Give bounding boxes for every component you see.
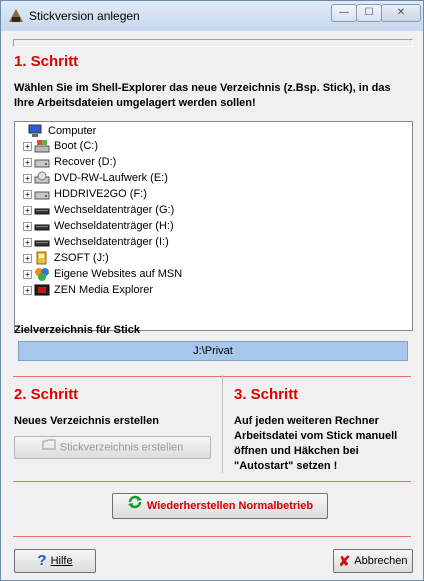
create-stick-directory-label: Stickverzeichnis erstellen — [59, 441, 184, 454]
expand-icon[interactable]: + — [23, 158, 32, 167]
tree-item-label: DVD-RW-Laufwerk (E:) — [54, 172, 168, 184]
help-label: Hilfe — [50, 555, 73, 567]
top-strip — [13, 39, 413, 47]
tree-item-label: Wechseldatenträger (H:) — [54, 220, 174, 232]
divider-middle — [13, 481, 411, 482]
removable-drive-icon — [34, 219, 50, 233]
maximize-icon: ☐ — [364, 7, 374, 18]
tree-item-label: ZSOFT (J:) — [54, 252, 109, 264]
computer-icon — [28, 124, 44, 138]
divider-vertical — [222, 375, 223, 473]
step1-heading: 1. Schritt — [14, 53, 79, 70]
step2-heading: 2. Schritt — [14, 386, 79, 403]
step3-heading: 3. Schritt — [234, 386, 299, 403]
usb-drive-icon — [34, 251, 50, 265]
msn-icon — [34, 267, 50, 281]
shell-explorer-tree[interactable]: Computer + Boot (C:) + Recover (D:) + DV… — [14, 121, 413, 331]
cancel-button[interactable]: ✘ Abbrechen — [333, 549, 413, 573]
expand-icon[interactable]: + — [23, 174, 32, 183]
help-button[interactable]: ? Hilfe — [14, 549, 96, 573]
removable-drive-icon — [34, 203, 50, 217]
step3-text-line1: Auf jeden weiteren Rechner — [234, 415, 379, 427]
hard-drive-icon — [34, 187, 50, 201]
expand-icon[interactable]: + — [23, 142, 32, 151]
expand-icon[interactable]: + — [23, 222, 32, 231]
restore-normal-mode-label: Wiederherstellen Normalbetrieb — [146, 500, 314, 512]
folder-icon — [42, 437, 56, 458]
step3-text-line3: öffnen und Häkchen bei — [234, 445, 359, 457]
target-label: Zielverzeichnis für Stick — [14, 324, 140, 336]
restore-normal-mode-button[interactable]: Wiederherstellen Normalbetrieb — [112, 493, 328, 519]
app-icon — [8, 8, 24, 24]
tree-item-label: Wechseldatenträger (G:) — [54, 204, 175, 216]
tree-item-label: Eigene Websites auf MSN — [54, 268, 183, 280]
tree-item-label: Wechseldatenträger (I:) — [54, 236, 169, 248]
tree-item-label: HDDRIVE2GO (F:) — [54, 188, 147, 200]
refresh-icon — [127, 494, 143, 518]
divider-top — [13, 376, 411, 377]
removable-drive-icon — [34, 235, 50, 249]
tree-item-label: Recover (D:) — [54, 156, 117, 168]
expand-icon[interactable]: + — [23, 206, 32, 215]
step2-text: Neues Verzeichnis erstellen — [14, 415, 159, 427]
media-icon — [34, 283, 50, 297]
expand-icon[interactable]: + — [23, 286, 32, 295]
dialog-content: 1. Schritt Wählen Sie im Shell-Explorer … — [9, 31, 415, 578]
maximize-button[interactable]: ☐ — [356, 4, 382, 22]
divider-bottom — [13, 536, 411, 537]
tree-item-label: Computer — [48, 125, 97, 137]
drive-os-icon — [34, 139, 50, 153]
expand-icon[interactable]: + — [23, 190, 32, 199]
expand-icon[interactable]: + — [23, 254, 32, 263]
close-icon: ✕ — [396, 7, 406, 18]
tree-item-label: Boot (C:) — [54, 140, 99, 152]
dvd-drive-icon — [34, 171, 50, 185]
step3-text-line4: "Autostart" setzen ! — [234, 460, 338, 472]
window-title: Stickversion anlegen — [29, 9, 140, 23]
step1-instruction: Wählen Sie im Shell-Explorer das neue Ve… — [14, 82, 391, 109]
step3-text-line2: Arbeitsdatei vom Stick manuell — [234, 430, 398, 442]
create-stick-directory-button[interactable]: Stickverzeichnis erstellen — [14, 436, 211, 459]
app-window: Stickversion anlegen — ☐ ✕ 1. Schritt Wä… — [0, 0, 424, 581]
cross-icon: ✘ — [338, 553, 351, 570]
cancel-label: Abbrechen — [354, 555, 408, 567]
expand-icon[interactable]: + — [23, 238, 32, 247]
title-bar[interactable]: Stickversion anlegen — ☐ ✕ — [1, 1, 423, 31]
minimize-icon: — — [339, 7, 349, 18]
question-mark-icon: ? — [37, 552, 47, 570]
hard-drive-icon — [34, 155, 50, 169]
minimize-button[interactable]: — — [331, 4, 357, 22]
expand-icon[interactable]: + — [23, 270, 32, 279]
close-button[interactable]: ✕ — [381, 4, 421, 22]
target-directory-field[interactable]: J:\Privat — [18, 341, 408, 361]
tree-item-label: ZEN Media Explorer — [54, 284, 154, 296]
